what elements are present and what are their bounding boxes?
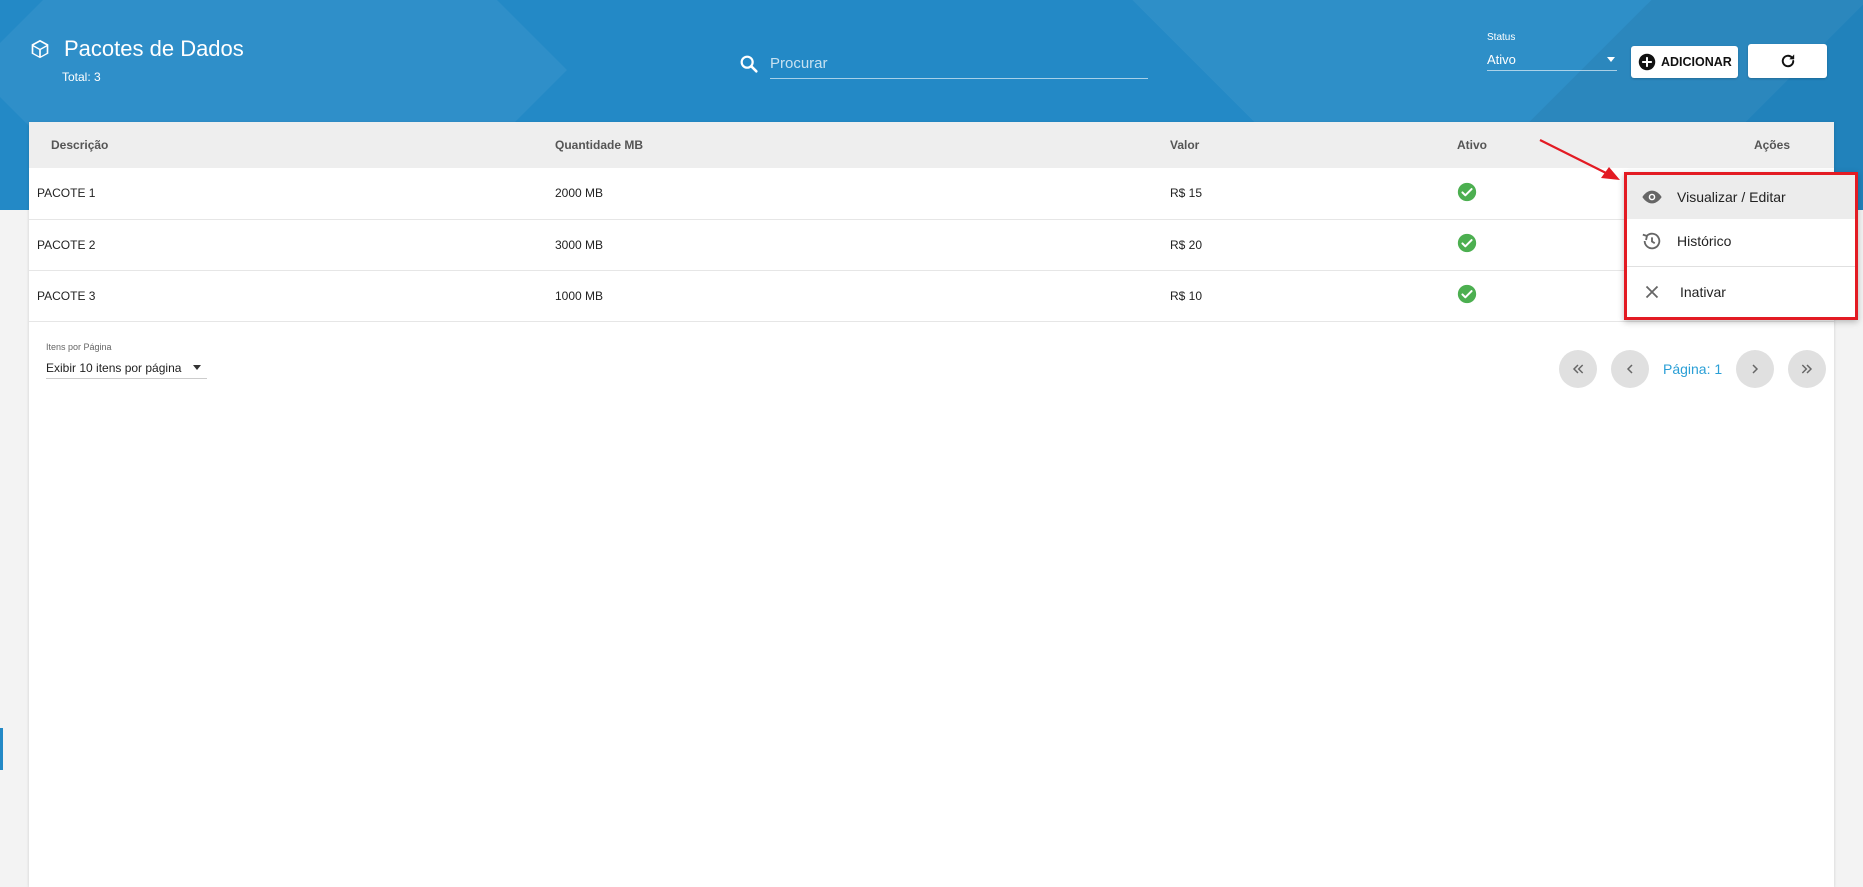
chevron-down-icon	[1607, 57, 1615, 62]
status-value: Ativo	[1487, 52, 1516, 67]
total-count: Total: 3	[62, 70, 101, 84]
table-row[interactable]: PACOTE 2 3000 MB R$ 20	[29, 219, 1834, 270]
double-chevron-left-icon	[1572, 364, 1584, 374]
menu-item-label: Histórico	[1677, 233, 1732, 249]
status-select[interactable]: Ativo	[1487, 49, 1617, 71]
double-chevron-right-icon	[1801, 364, 1813, 374]
check-circle-icon	[1457, 182, 1477, 202]
chevron-left-icon	[1626, 364, 1633, 374]
annotation-arrow	[1539, 139, 1620, 180]
items-per-page-value: Exibir 10 itens por página	[46, 360, 182, 375]
side-tab[interactable]	[0, 728, 3, 770]
menu-divider	[1627, 266, 1855, 267]
cell-quantidade: 1000 MB	[555, 288, 604, 303]
cell-valor: R$ 15	[1170, 186, 1203, 201]
menu-item-label: Visualizar / Editar	[1677, 189, 1786, 205]
eye-icon	[1641, 186, 1663, 208]
data-table-card: Descrição Quantidade MB Valor Ativo Açõe…	[29, 122, 1834, 887]
prev-page-button[interactable]	[1611, 350, 1649, 388]
search-bar	[738, 48, 1148, 80]
cell-descricao: PACOTE 3	[37, 288, 96, 303]
refresh-icon	[1779, 52, 1797, 70]
items-per-page: Itens por Página Exibir 10 itens por pág…	[46, 342, 207, 379]
add-circle-icon	[1638, 53, 1656, 71]
menu-item-visualizar-editar[interactable]: Visualizar / Editar	[1627, 175, 1855, 219]
next-page-button[interactable]	[1736, 350, 1775, 388]
items-per-page-select[interactable]: Exibir 10 itens por página	[46, 357, 207, 379]
add-button[interactable]: ADICIONAR	[1631, 46, 1738, 78]
pagination: Página: 1	[1559, 350, 1827, 388]
check-circle-icon	[1457, 233, 1477, 253]
check-circle-icon	[1457, 284, 1477, 304]
chevron-right-icon	[1752, 364, 1759, 374]
current-page: Página: 1	[1663, 361, 1723, 377]
column-header-acoes: Ações	[1753, 138, 1790, 152]
cell-descricao: PACOTE 2	[37, 237, 96, 252]
status-filter[interactable]: Status Ativo	[1487, 32, 1617, 71]
title-block: Pacotes de Dados Total: 3	[30, 36, 244, 84]
first-page-button[interactable]	[1559, 350, 1597, 388]
search-icon	[738, 53, 760, 75]
add-button-label: ADICIONAR	[1661, 55, 1732, 69]
chevron-down-icon	[193, 365, 201, 370]
items-per-page-label: Itens por Página	[46, 342, 112, 352]
column-header-descricao[interactable]: Descrição	[29, 122, 555, 168]
table-row[interactable]: PACOTE 3 1000 MB R$ 10	[29, 270, 1834, 321]
page-title: Pacotes de Dados	[64, 36, 244, 61]
refresh-button[interactable]	[1748, 44, 1827, 78]
menu-item-historico[interactable]: Histórico	[1627, 219, 1855, 263]
close-icon	[1641, 281, 1663, 303]
cube-icon	[30, 39, 50, 59]
cell-descricao: PACOTE 1	[37, 186, 96, 201]
history-icon	[1641, 230, 1663, 252]
cell-quantidade: 3000 MB	[555, 237, 604, 252]
column-header-valor[interactable]: Valor	[1170, 122, 1457, 168]
cell-quantidade: 2000 MB	[555, 186, 604, 201]
menu-item-label: Inativar	[1680, 284, 1726, 300]
search-input[interactable]	[770, 49, 1148, 79]
cell-valor: R$ 10	[1170, 288, 1203, 303]
menu-item-inativar[interactable]: Inativar	[1627, 270, 1855, 314]
last-page-button[interactable]	[1788, 350, 1827, 388]
status-label: Status	[1487, 32, 1516, 43]
column-header-quantidade[interactable]: Quantidade MB	[555, 122, 1170, 168]
actions-menu: Visualizar / Editar Histórico Inativar	[1624, 172, 1858, 320]
cell-valor: R$ 20	[1170, 237, 1203, 252]
